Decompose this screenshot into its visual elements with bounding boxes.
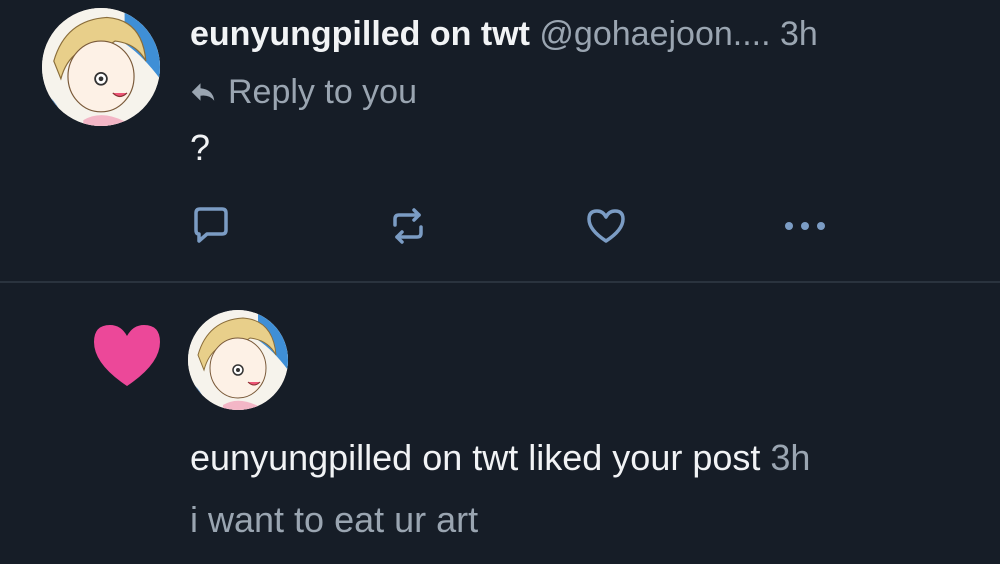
reply-context: Reply to you — [188, 70, 417, 114]
timestamp: 3h — [780, 15, 818, 53]
avatar[interactable] — [42, 8, 160, 126]
liked-post-text[interactable]: i want to eat ur art — [190, 496, 478, 544]
reply-header: eunyungpilled on twt @gohaejoon.... 3h — [190, 12, 818, 56]
author-name[interactable]: eunyungpilled on twt — [190, 15, 530, 53]
avatar-image — [188, 310, 288, 410]
comment-icon — [194, 207, 228, 243]
actor-name[interactable]: eunyungpilled on twt — [190, 437, 518, 478]
reply-button[interactable] — [188, 203, 234, 249]
author-handle[interactable]: @gohaejoon.... — [539, 15, 770, 53]
reply-text: ? — [190, 127, 211, 168]
reply-arrow-icon — [191, 83, 215, 101]
like-notification-text[interactable]: eunyungpilled on twt liked your post 3h — [190, 434, 810, 482]
more-button[interactable] — [782, 203, 828, 249]
avatar-image — [42, 8, 160, 126]
notifications-page: eunyungpilled on twt @gohaejoon.... 3h R… — [0, 0, 1000, 564]
ellipsis-icon — [785, 222, 825, 230]
post-actions — [0, 203, 1000, 249]
repost-button[interactable] — [385, 203, 431, 249]
like-button[interactable] — [583, 203, 629, 249]
divider — [0, 281, 1000, 283]
heart-outline-icon — [587, 209, 625, 243]
timestamp: 3h — [770, 437, 811, 478]
repost-icon — [393, 208, 423, 244]
action-text: liked your post — [518, 437, 771, 478]
liker-avatar[interactable] — [188, 310, 288, 410]
heart-filled-icon — [94, 325, 160, 386]
reply-to-label: Reply to you — [228, 73, 417, 111]
